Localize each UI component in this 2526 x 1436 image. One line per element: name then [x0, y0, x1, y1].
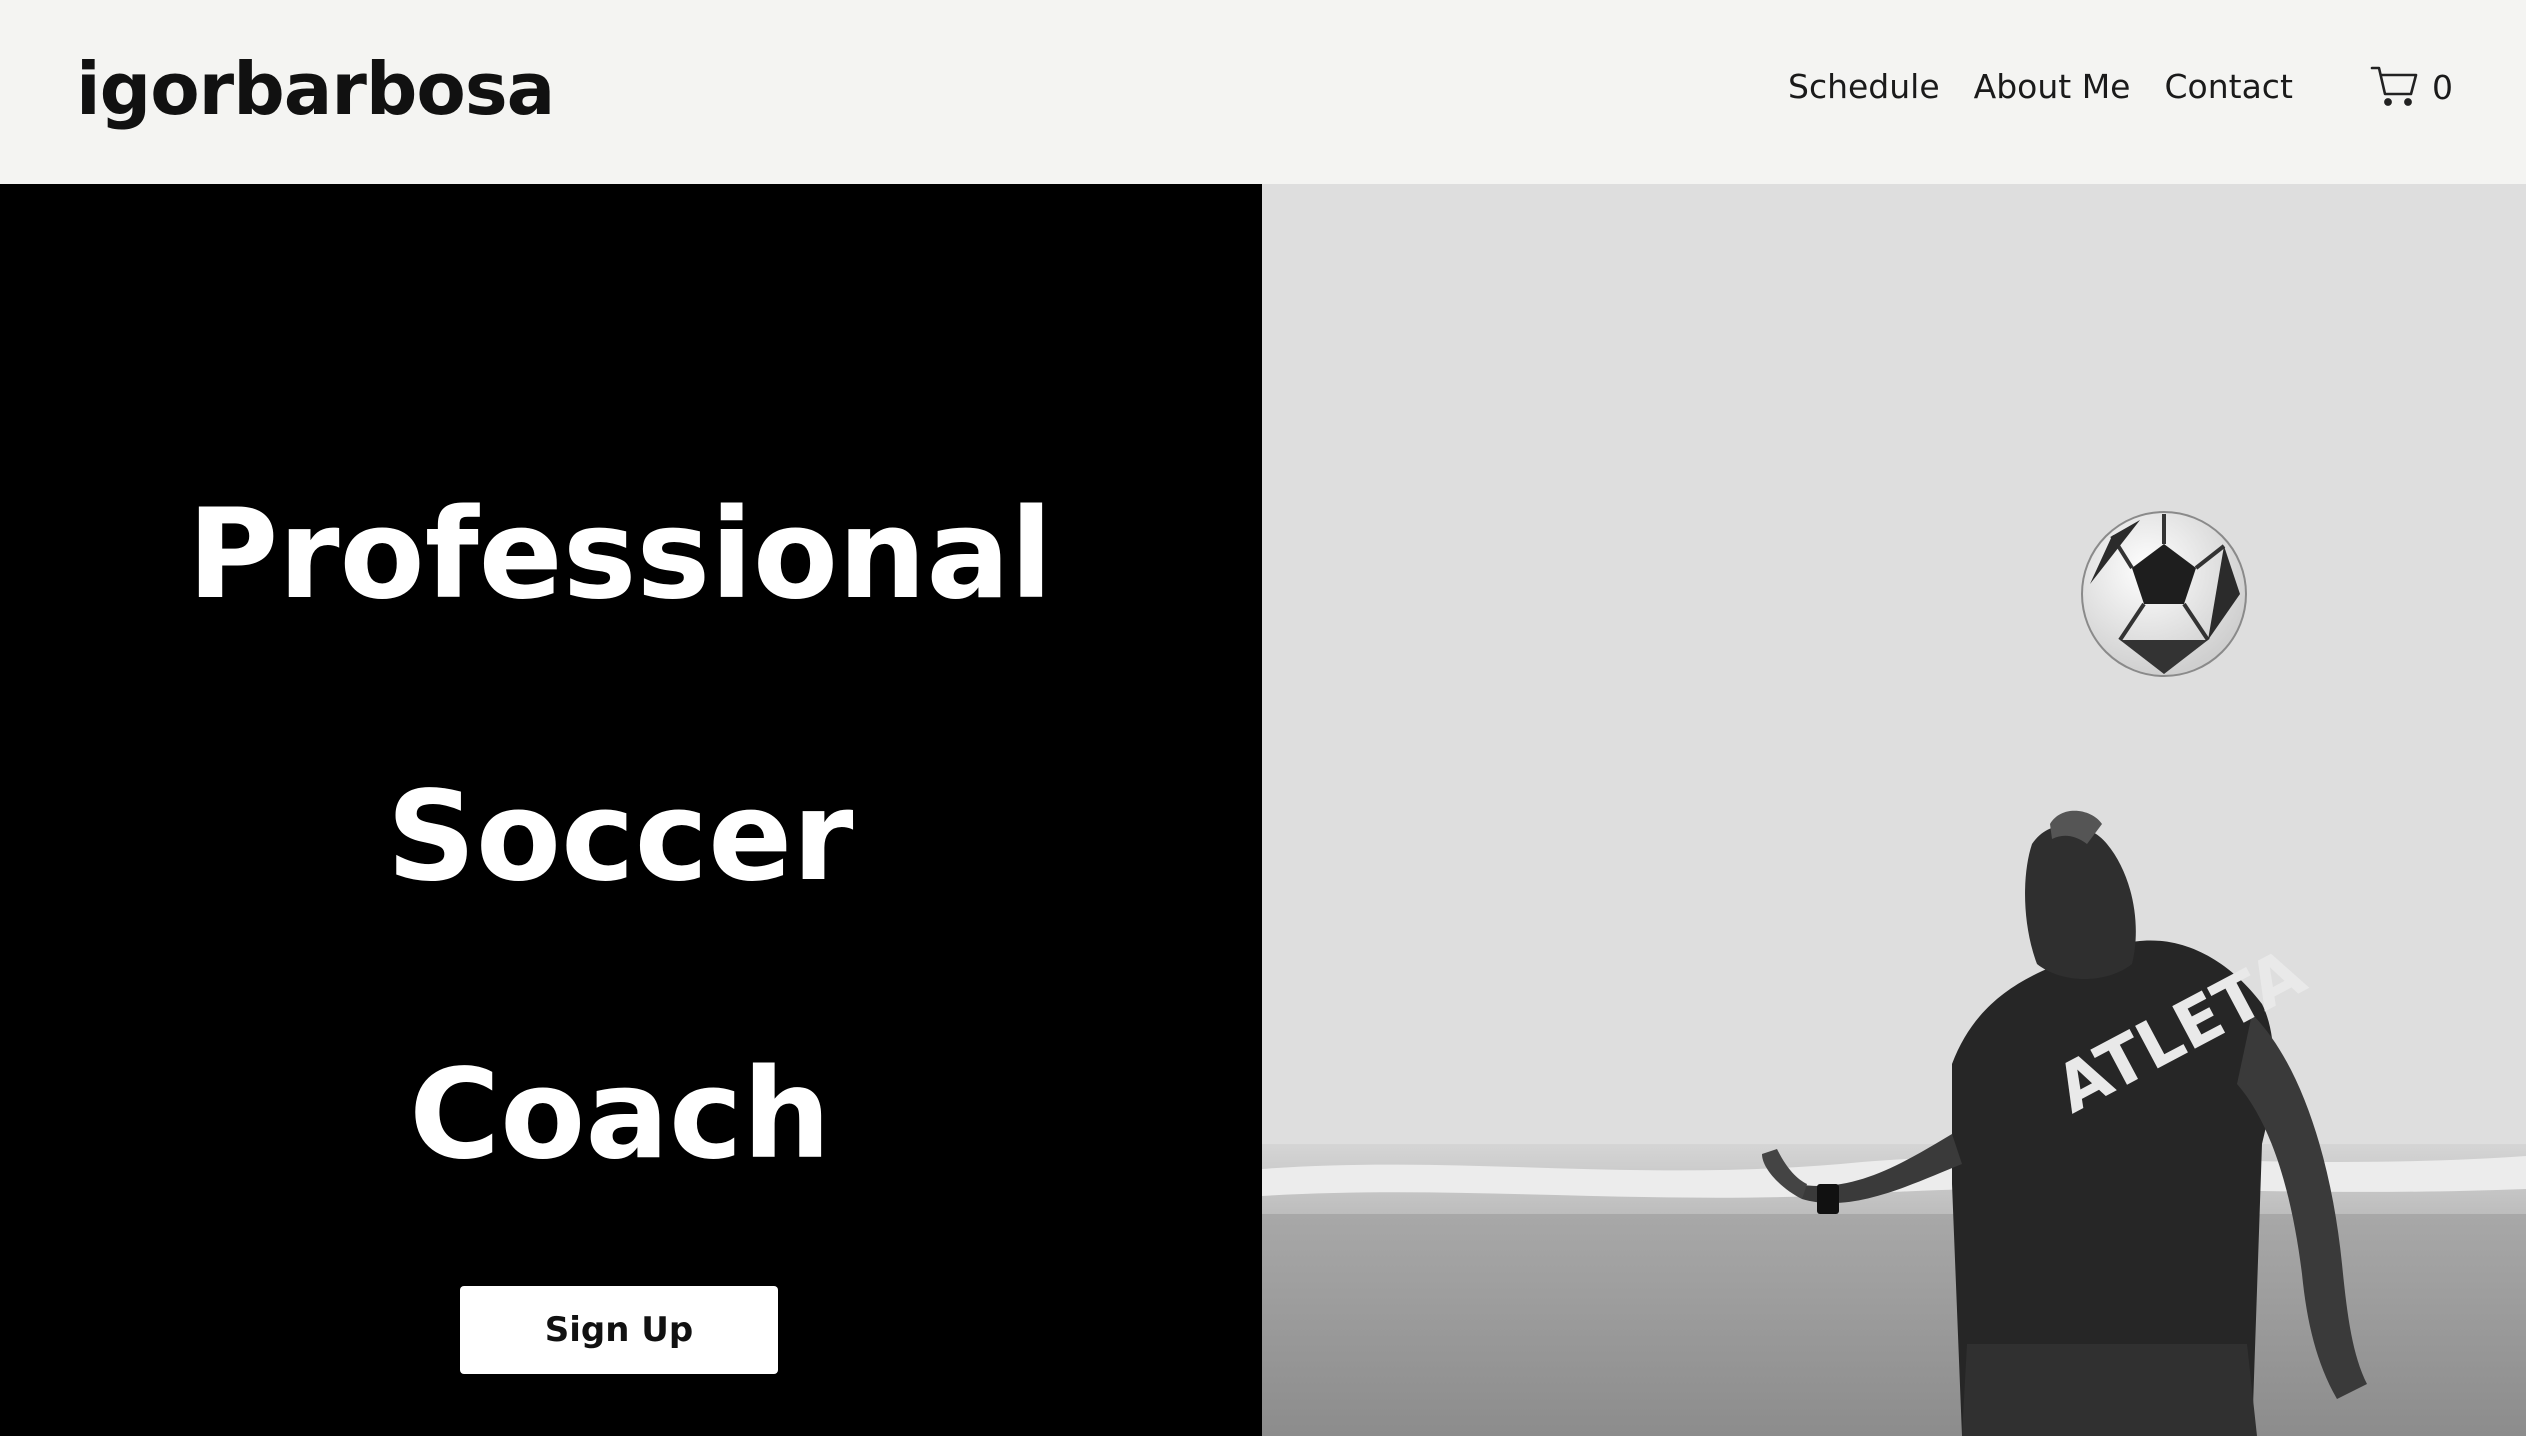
soccer-ball-icon — [2081, 511, 2247, 677]
sign-up-button[interactable]: Sign Up — [460, 1286, 778, 1374]
cart-icon — [2370, 64, 2420, 112]
cart-count: 0 — [2432, 68, 2453, 107]
cart-button[interactable]: 0 — [2370, 64, 2453, 112]
hero-headline-line-2: Soccer — [386, 765, 854, 909]
soccer-player-photo: ATLETA — [1262, 184, 2526, 1436]
main-nav: Schedule About Me Contact — [1788, 62, 2293, 112]
hero-headline-line-3: Coach — [409, 1043, 831, 1187]
nav-link-about-me[interactable]: About Me — [1974, 62, 2131, 112]
site-header: igorbarbosa Schedule About Me Contact 0 — [0, 0, 2526, 184]
hero-text-panel: Professional Soccer Coach Sign Up — [0, 184, 1262, 1436]
site-logo[interactable]: igorbarbosa — [76, 44, 555, 134]
hero-headline-line-1: Professional — [187, 483, 1053, 627]
nav-link-schedule[interactable]: Schedule — [1788, 62, 1940, 112]
nav-link-contact[interactable]: Contact — [2165, 62, 2293, 112]
hero-photo: ATLETA — [1262, 184, 2526, 1436]
